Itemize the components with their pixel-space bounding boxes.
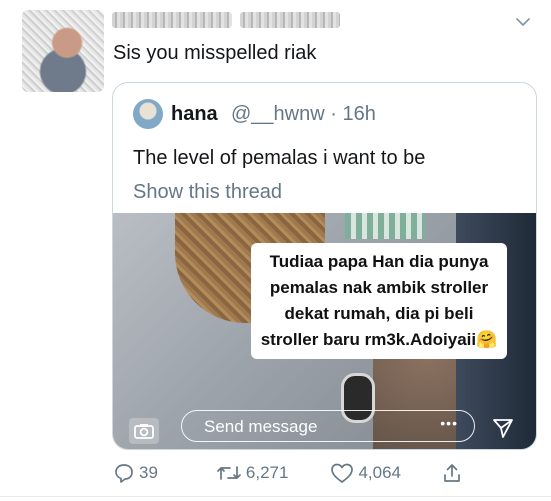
show-thread-link[interactable]: Show this thread <box>133 181 282 204</box>
quoted-avatar <box>133 99 163 129</box>
blurred-handle <box>240 12 340 28</box>
striped-shirt-graphic <box>345 213 425 239</box>
quoted-text: The level of pemalas i want to be <box>133 147 426 169</box>
send-message-placeholder: Send message <box>204 417 318 436</box>
reply-button[interactable]: 39 <box>113 462 158 484</box>
blurred-display-name <box>112 12 232 28</box>
camera-icon[interactable] <box>129 418 159 444</box>
reply-icon <box>115 464 133 483</box>
share-icon <box>444 464 460 482</box>
more-options-icon[interactable]: ••• <box>440 415 458 431</box>
like-count: 4,064 <box>358 463 402 482</box>
quoted-name: hana <box>171 103 218 125</box>
send-icon[interactable] <box>491 416 515 440</box>
video-caption: Tudiaa papa Han dia punya pemalas nak am… <box>251 243 507 359</box>
send-message-input[interactable]: Send message ••• <box>181 410 475 442</box>
tweet-text: Sis you misspelled riak <box>113 42 317 64</box>
like-icon <box>331 463 354 483</box>
video-media[interactable]: Tudiaa papa Han dia punya pemalas nak am… <box>113 213 536 449</box>
avatar[interactable] <box>22 10 104 92</box>
divider <box>0 496 551 497</box>
quoted-handle: @__hwnw · 16h <box>231 103 376 125</box>
like-button[interactable]: 4,064 <box>330 462 401 484</box>
tweet-actions: 39 6,271 4,064 <box>113 460 493 486</box>
quoted-tweet[interactable]: hana @__hwnw · 16h The level of pemalas … <box>112 82 537 450</box>
chevron-down-icon[interactable] <box>513 12 533 32</box>
retweet-count: 6,271 <box>245 463 289 482</box>
share-button[interactable] <box>441 462 463 484</box>
reply-count: 39 <box>139 463 158 482</box>
retweet-icon <box>217 466 241 480</box>
retweet-button[interactable]: 6,271 <box>216 462 289 484</box>
